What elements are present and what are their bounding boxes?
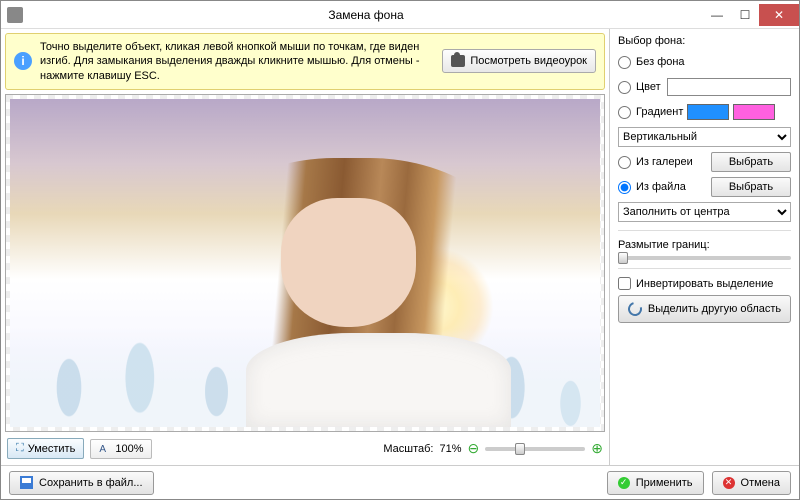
titlebar: Замена фона — ☐ ✕ bbox=[1, 1, 799, 29]
video-button-label: Посмотреть видеоурок bbox=[470, 55, 587, 67]
camera-icon bbox=[451, 55, 465, 67]
info-icon: i bbox=[14, 52, 32, 70]
bg-section-title: Выбор фона: bbox=[618, 35, 791, 47]
radio-no-background[interactable]: Без фона bbox=[618, 52, 791, 72]
video-tutorial-button[interactable]: Посмотреть видеоурок bbox=[442, 49, 596, 73]
radio-color[interactable]: Цвет bbox=[618, 77, 661, 97]
zoom-in-icon[interactable]: ⊕ bbox=[591, 440, 603, 457]
color-swatch[interactable] bbox=[667, 78, 791, 96]
window-title: Замена фона bbox=[29, 8, 703, 22]
save-to-file-button[interactable]: Сохранить в файл... bbox=[9, 471, 154, 495]
check-icon: ✓ bbox=[618, 477, 630, 489]
gradient-swatch-b[interactable] bbox=[733, 104, 775, 120]
fit-button[interactable]: ⛶ Уместить bbox=[7, 438, 84, 459]
cancel-button[interactable]: ✕ Отмена bbox=[712, 471, 791, 495]
file-select-button[interactable]: Выбрать bbox=[711, 177, 791, 197]
radio-gradient[interactable]: Градиент bbox=[618, 102, 683, 122]
hint-bar: i Точно выделите объект, кликая левой кн… bbox=[5, 33, 605, 90]
minimize-button[interactable]: — bbox=[703, 4, 731, 26]
gradient-swatch-a[interactable] bbox=[687, 104, 729, 120]
zoom-label: 100% bbox=[115, 443, 143, 455]
gradient-direction-select[interactable]: Вертикальный bbox=[618, 127, 791, 147]
maximize-button[interactable]: ☐ bbox=[731, 4, 759, 26]
apply-button[interactable]: ✓ Применить bbox=[607, 471, 704, 495]
cancel-icon: ✕ bbox=[723, 477, 735, 489]
zoom-slider[interactable] bbox=[485, 447, 585, 451]
radio-from-gallery[interactable]: Из галереи bbox=[618, 152, 693, 172]
blur-slider[interactable] bbox=[618, 256, 791, 260]
fit-label: Уместить bbox=[28, 443, 76, 455]
zoom-out-icon[interactable]: ⊖ bbox=[468, 440, 480, 457]
options-panel: Выбор фона: Без фона Цвет Градиент Верти… bbox=[609, 29, 799, 465]
footer: Сохранить в файл... ✓ Применить ✕ Отмена bbox=[1, 465, 799, 499]
scale-value: 71% bbox=[440, 443, 462, 455]
fit-mode-select[interactable]: Заполнить от центра bbox=[618, 202, 791, 222]
zoom-100-button[interactable]: 100% bbox=[90, 439, 152, 459]
reselect-button[interactable]: Выделить другую область bbox=[618, 295, 791, 323]
app-icon bbox=[7, 7, 23, 23]
refresh-icon bbox=[625, 299, 644, 318]
preview-image bbox=[10, 99, 600, 427]
zoom-icon bbox=[99, 443, 111, 455]
floppy-icon bbox=[20, 476, 33, 489]
gallery-select-button[interactable]: Выбрать bbox=[711, 152, 791, 172]
invert-checkbox[interactable]: Инвертировать выделение bbox=[618, 277, 791, 290]
close-button[interactable]: ✕ bbox=[759, 4, 799, 26]
hint-text: Точно выделите объект, кликая левой кноп… bbox=[40, 40, 434, 83]
radio-from-file[interactable]: Из файла bbox=[618, 177, 686, 197]
scale-label: Масштаб: bbox=[383, 443, 433, 455]
image-canvas[interactable] bbox=[5, 94, 605, 432]
blur-label: Размытие границ: bbox=[618, 239, 791, 251]
canvas-toolbar: ⛶ Уместить 100% Масштаб: 71% ⊖ ⊕ bbox=[5, 436, 605, 461]
